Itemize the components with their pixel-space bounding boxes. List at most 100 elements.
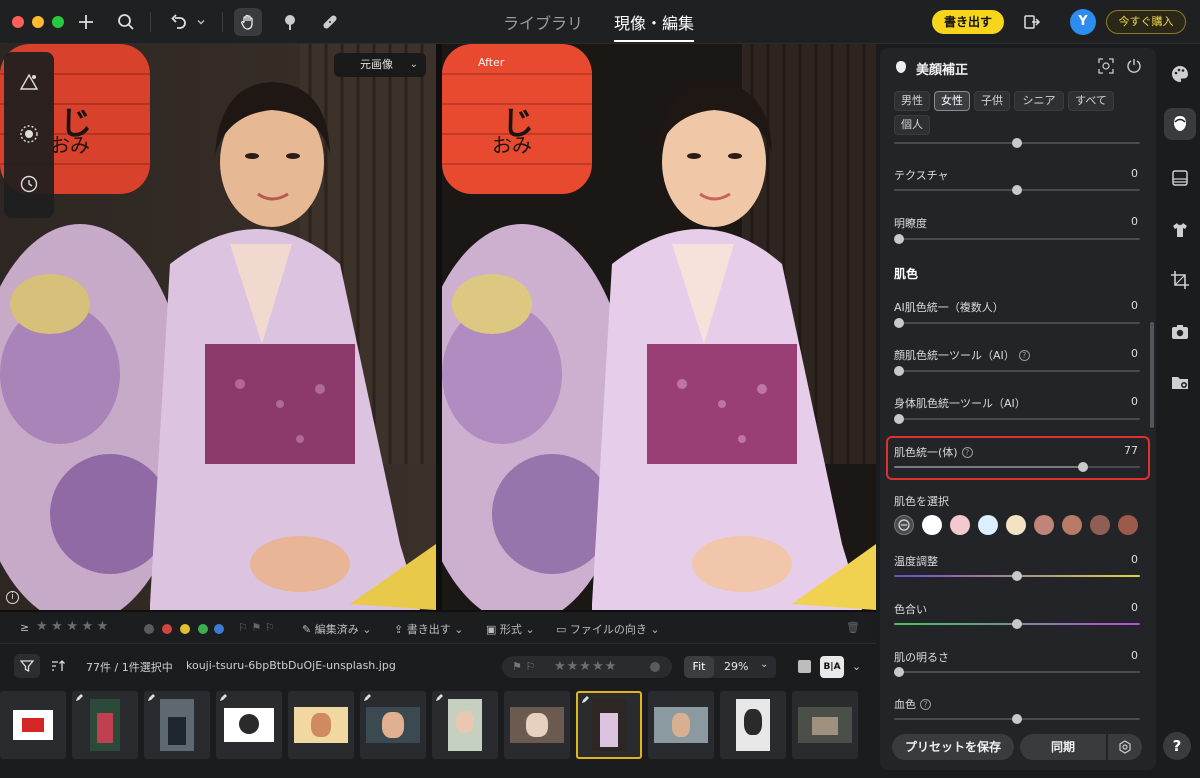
bandage-icon[interactable] xyxy=(316,8,344,36)
exit-icon[interactable] xyxy=(1018,8,1046,36)
zoom-control[interactable]: Fit 29% ⌄ xyxy=(684,656,776,678)
gender-all[interactable]: すべて xyxy=(1068,91,1114,111)
tree-retouch-icon[interactable] xyxy=(276,8,304,36)
color-label-green[interactable] xyxy=(198,624,208,634)
filmstrip-thumb[interactable] xyxy=(648,691,714,759)
brightness-value[interactable]: 0 xyxy=(1131,649,1138,662)
filmstrip-thumb[interactable] xyxy=(72,691,138,759)
color-label-none[interactable] xyxy=(144,624,154,634)
info-icon[interactable]: i xyxy=(6,591,19,604)
flag-filter-icons[interactable]: ⚐ ⚑ ⚐ xyxy=(238,621,275,634)
color-label-blue[interactable] xyxy=(214,624,224,634)
temperature-slider[interactable] xyxy=(894,571,1140,581)
tint-slider[interactable] xyxy=(894,619,1140,629)
edited-filter[interactable]: ✎ 編集済み ⌄ xyxy=(302,621,371,637)
export-button[interactable]: 書き出す xyxy=(932,10,1004,34)
save-preset-button[interactable]: プリセットを保存 xyxy=(892,734,1014,760)
face-retouch-icon[interactable] xyxy=(1164,108,1196,140)
help-circle-icon[interactable]: ? xyxy=(961,447,973,458)
gender-individual[interactable]: 個人 xyxy=(894,115,930,135)
help-circle-icon[interactable]: ? xyxy=(1018,350,1030,361)
skin-color-swatch[interactable] xyxy=(1034,515,1054,535)
hand-tool-icon[interactable] xyxy=(234,8,262,36)
before-after-view-icon[interactable]: B|A xyxy=(820,656,844,678)
fit-button[interactable]: Fit xyxy=(684,656,714,678)
format-filter[interactable]: ▣ 形式 ⌄ xyxy=(486,621,535,637)
orientation-filter[interactable]: ▭ ファイルの向き ⌄ xyxy=(556,621,660,637)
buy-now-button[interactable]: 今すぐ購入 xyxy=(1106,10,1186,34)
filmstrip-thumb[interactable] xyxy=(360,691,426,759)
photo-color-label[interactable] xyxy=(650,662,660,672)
filmstrip-thumb[interactable] xyxy=(504,691,570,759)
brightness-slider[interactable] xyxy=(893,667,1140,677)
gender-male[interactable]: 男性 xyxy=(894,91,930,111)
trash-icon[interactable]: 🗑 xyxy=(846,621,860,634)
sync-settings-icon[interactable] xyxy=(1108,734,1142,760)
filmstrip-thumb[interactable] xyxy=(720,691,786,759)
close-window-button[interactable] xyxy=(12,16,24,28)
gender-child[interactable]: 子供 xyxy=(974,91,1010,111)
single-view-icon[interactable] xyxy=(798,660,811,673)
filmstrip-thumb[interactable] xyxy=(792,691,858,759)
filmstrip-thumb[interactable] xyxy=(288,691,354,759)
blood-slider[interactable] xyxy=(894,714,1140,724)
sort-icon[interactable] xyxy=(44,652,72,680)
photo-rating-pill[interactable]: ⚑ ⚐ ★★★★★ xyxy=(502,656,672,678)
face-tool-slider[interactable] xyxy=(893,366,1140,376)
skin-color-swatch[interactable] xyxy=(1062,515,1082,535)
view-chevron-icon[interactable]: ⌄ xyxy=(852,660,861,673)
filmstrip-thumb[interactable] xyxy=(0,691,66,759)
skin-color-swatch[interactable] xyxy=(1090,515,1110,535)
skin-color-swatch[interactable] xyxy=(1006,515,1026,535)
after-image[interactable]: じ おみ xyxy=(442,44,876,610)
original-image-dropdown[interactable]: 元画像 ⌄ xyxy=(334,53,426,77)
reset-icon[interactable] xyxy=(1126,58,1142,77)
tint-value[interactable]: 0 xyxy=(1131,601,1138,614)
clarity-slider[interactable] xyxy=(893,234,1140,244)
filmstrip-thumb[interactable] xyxy=(432,691,498,759)
rating-filter-stars[interactable]: ★ ★ ★ ★ ★ xyxy=(36,619,108,634)
color-label-red[interactable] xyxy=(162,624,172,634)
before-image[interactable]: じ おみ xyxy=(0,44,436,610)
filmstrip-thumb[interactable] xyxy=(144,691,210,759)
temperature-value[interactable]: 0 xyxy=(1131,553,1138,566)
panel-scrollbar[interactable] xyxy=(1150,322,1154,428)
rating-gte-toggle[interactable]: ≥ xyxy=(20,621,29,634)
help-circle-icon[interactable]: ? xyxy=(920,699,931,710)
photo-rating-stars[interactable]: ★★★★★ xyxy=(554,659,617,674)
ai-unify-value[interactable]: 0 xyxy=(1131,299,1138,312)
filmstrip-thumb[interactable] xyxy=(216,691,282,759)
face-detect-icon[interactable] xyxy=(1098,58,1114,77)
ai-unify-slider[interactable] xyxy=(893,318,1140,328)
skin-color-swatch[interactable] xyxy=(1118,515,1138,535)
help-button[interactable]: ? xyxy=(1163,732,1191,760)
color-label-yellow[interactable] xyxy=(180,624,190,634)
skin-color-swatch[interactable] xyxy=(978,515,998,535)
texture-value[interactable]: 0 xyxy=(1131,167,1138,180)
triangle-adjust-icon[interactable] xyxy=(17,70,41,94)
face-tool-value[interactable]: 0 xyxy=(1131,347,1138,360)
body-tool-slider[interactable] xyxy=(893,414,1140,424)
filter-funnel-icon[interactable] xyxy=(14,654,40,678)
export-filter[interactable]: ⇪ 書き出す ⌄ xyxy=(394,621,463,637)
no-color-swatch[interactable] xyxy=(894,515,914,535)
palette-icon[interactable] xyxy=(1168,62,1192,86)
tab-develop[interactable]: 現像・編集 xyxy=(614,10,695,42)
chevron-down-icon[interactable]: ⌄ xyxy=(760,659,768,670)
skin-color-swatch[interactable] xyxy=(950,515,970,535)
history-icon[interactable] xyxy=(17,172,41,196)
undo-icon[interactable] xyxy=(164,8,192,36)
avatar[interactable]: Y xyxy=(1070,9,1096,35)
body-unify-slider[interactable] xyxy=(894,462,1140,472)
clarity-value[interactable]: 0 xyxy=(1131,215,1138,228)
maximize-window-button[interactable] xyxy=(52,16,64,28)
crop-icon[interactable] xyxy=(1168,268,1192,292)
gender-female[interactable]: 女性 xyxy=(934,91,970,111)
filmstrip-thumb-selected[interactable] xyxy=(576,691,642,759)
clothing-icon[interactable] xyxy=(1168,218,1192,242)
camera-icon[interactable] xyxy=(1168,320,1192,344)
sync-button[interactable]: 同期 xyxy=(1020,734,1106,760)
flag-icon[interactable]: ⚑ ⚐ xyxy=(512,660,535,673)
body-unify-value[interactable]: 77 xyxy=(1124,444,1138,457)
minimize-window-button[interactable] xyxy=(32,16,44,28)
